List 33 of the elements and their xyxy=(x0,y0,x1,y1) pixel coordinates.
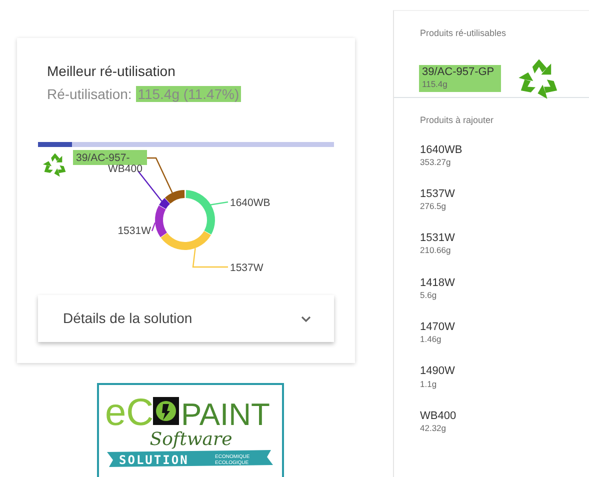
product-weight: 42.32g xyxy=(420,422,447,434)
product-code: 1490W xyxy=(420,365,456,379)
product-weight: 353.27g xyxy=(420,156,452,167)
leader-line xyxy=(151,222,156,232)
recycle-icon xyxy=(40,153,68,178)
product-code: 1537W xyxy=(420,188,456,202)
banner-text: SOLUTION xyxy=(119,453,189,467)
product-weight: 210.66g xyxy=(420,245,452,256)
product-weight: 1.46g xyxy=(420,334,442,344)
product-weight: 276.5g xyxy=(420,201,447,212)
reuse-text: Ré-utilisation: 115.4g (11.47%) xyxy=(47,85,242,104)
section-title: Produits à rajouter xyxy=(420,114,495,127)
chart-label: WB400 xyxy=(108,163,142,175)
product-weight: 115.4g xyxy=(422,79,448,90)
product-weight: 1.1g xyxy=(420,378,438,389)
product-code: 39/AC-957-GP xyxy=(422,66,496,79)
leader-line xyxy=(144,157,173,194)
product-weight: 5.6g xyxy=(420,290,438,300)
chart-label: 1537W xyxy=(230,262,264,274)
product-code: 1418W xyxy=(420,276,456,290)
product-code: 1531W xyxy=(420,232,456,246)
product-code: 1470W xyxy=(420,321,456,334)
card-title: Meilleur ré-utilisation xyxy=(47,62,176,81)
product-code: WB400 xyxy=(420,410,458,423)
leader-line xyxy=(192,248,228,268)
details-expander[interactable]: Détails de la solution xyxy=(38,295,334,342)
chart-label: 1640WB xyxy=(230,197,270,209)
logo-text: PAINT xyxy=(181,397,270,432)
chart-label: 39/AC-957- xyxy=(76,152,130,164)
chart-label: 1531W xyxy=(118,225,151,237)
product-code: 1640WB xyxy=(420,144,464,157)
section-title: Produits ré-utilisables xyxy=(420,27,508,40)
leader-line xyxy=(138,170,162,202)
